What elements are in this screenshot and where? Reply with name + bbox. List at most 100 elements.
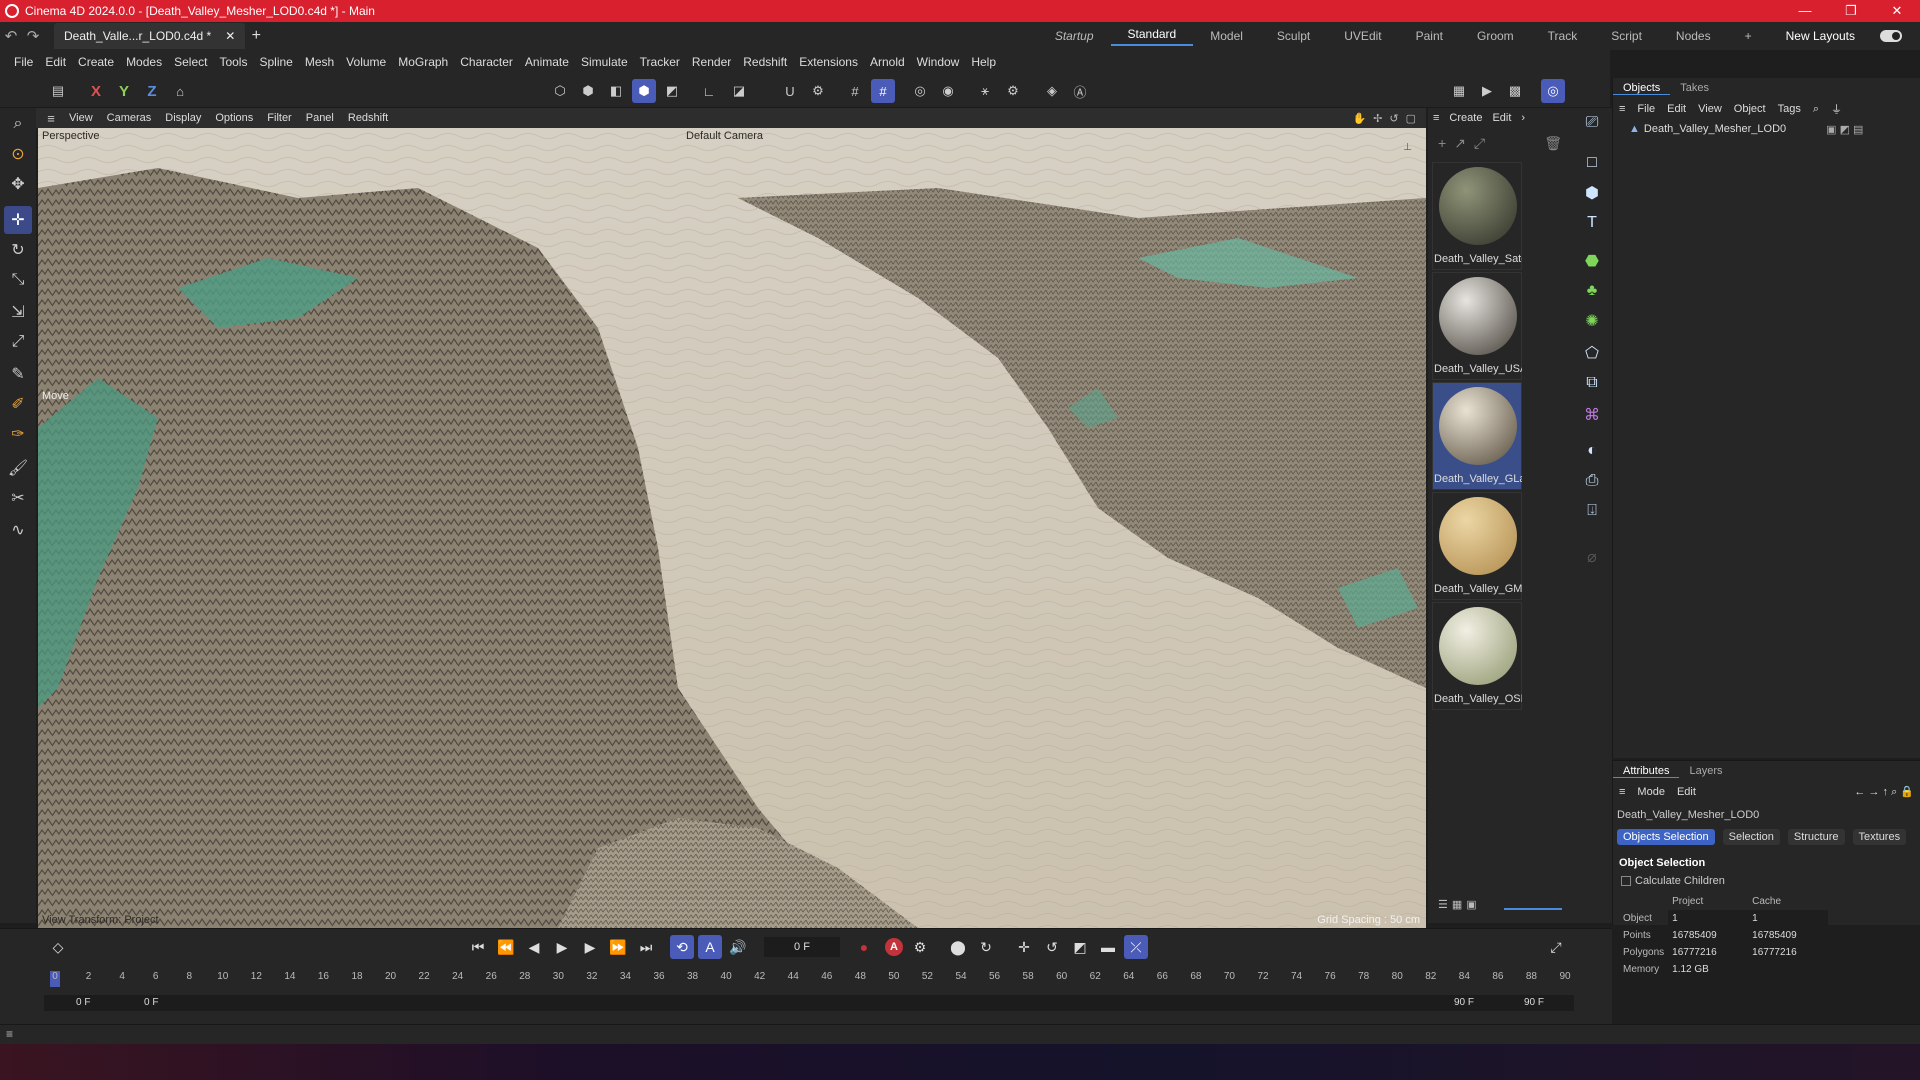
- next-frame-icon[interactable]: ▶: [578, 935, 602, 959]
- menu-simulate[interactable]: Simulate: [575, 55, 634, 69]
- range-end-field-2[interactable]: 90 F: [1524, 997, 1544, 1008]
- keyframe-diamond-icon[interactable]: ◇: [46, 935, 70, 959]
- menu-file[interactable]: File: [8, 55, 39, 69]
- viewport-camera-label[interactable]: Default Camera: [686, 130, 763, 142]
- list-view-icon[interactable]: ☰: [1438, 898, 1448, 911]
- redo-icon[interactable]: ↷: [22, 27, 44, 45]
- live-selection-icon[interactable]: ⊙: [4, 140, 32, 168]
- menu-tools[interactable]: Tools: [213, 55, 253, 69]
- menu-select[interactable]: Select: [168, 55, 213, 69]
- menu-modes[interactable]: Modes: [120, 55, 168, 69]
- previous-frame-icon[interactable]: ◀: [522, 935, 546, 959]
- material-swatch[interactable]: Death_Valley_GMa: [1432, 492, 1522, 600]
- go-to-start-icon[interactable]: ⏮: [466, 935, 490, 959]
- loop-icon[interactable]: ⟲: [670, 935, 694, 959]
- zoom-icon[interactable]: ⌕: [4, 110, 32, 138]
- menu-tracker[interactable]: Tracker: [634, 55, 686, 69]
- previous-key-icon[interactable]: ⏪: [494, 935, 518, 959]
- viewport-menu-panel[interactable]: Panel: [299, 112, 341, 124]
- layout-uvedit[interactable]: UVEdit: [1327, 29, 1398, 43]
- render-view-icon[interactable]: ▦: [1447, 79, 1471, 103]
- new-layouts-toggle[interactable]: [1880, 30, 1902, 42]
- maximize-view-icon[interactable]: ▢: [1406, 112, 1416, 125]
- material-swatch[interactable]: Death_Valley_OSN: [1432, 602, 1522, 710]
- layout-script[interactable]: Script: [1594, 29, 1659, 43]
- object-menu-file[interactable]: File: [1631, 103, 1661, 115]
- 3d-viewport[interactable]: Perspective Default Camera Move View Tra…: [38, 128, 1426, 928]
- large-view-icon[interactable]: ▣: [1466, 898, 1476, 911]
- key-scale-icon[interactable]: ✛: [1012, 935, 1036, 959]
- spline-pen-icon[interactable]: ✎: [4, 360, 32, 388]
- points-mode-icon[interactable]: ⬡: [548, 79, 572, 103]
- model-mode-icon[interactable]: ⬢: [632, 79, 656, 103]
- y-axis-toggle[interactable]: Y: [112, 79, 136, 103]
- range-start-field-2[interactable]: 0 F: [144, 997, 158, 1008]
- text-spline-icon[interactable]: T: [1579, 210, 1605, 236]
- next-key-icon[interactable]: ⏩: [606, 935, 630, 959]
- add-material-icon[interactable]: +: [1438, 135, 1446, 151]
- close-button[interactable]: ✕: [1874, 3, 1920, 19]
- null-object-icon[interactable]: □: [1579, 150, 1605, 176]
- key-position-icon[interactable]: ⬤: [946, 935, 970, 959]
- tab-layers[interactable]: Layers: [1679, 765, 1732, 777]
- solo-mode-icon[interactable]: ◪: [727, 79, 751, 103]
- sound-icon[interactable]: 🔊: [726, 935, 750, 959]
- pan-view-icon[interactable]: ✋: [1352, 112, 1366, 125]
- snapping-icon[interactable]: #: [871, 79, 895, 103]
- key-param-icon[interactable]: ↺: [1040, 935, 1064, 959]
- menu-spline[interactable]: Spline: [253, 55, 298, 69]
- scene-manager-icon[interactable]: ▤: [46, 79, 70, 103]
- object-menu-view[interactable]: View: [1692, 103, 1728, 115]
- key-rotation-icon[interactable]: ↻: [974, 935, 998, 959]
- menu-extensions[interactable]: Extensions: [793, 55, 864, 69]
- attribute-menu-mode[interactable]: Mode: [1631, 786, 1671, 798]
- range-start-field[interactable]: 0 F: [76, 997, 90, 1008]
- new-layouts-label[interactable]: New Layouts: [1769, 29, 1872, 43]
- edit-material-icon[interactable]: ⤢: [1474, 135, 1485, 152]
- render-settings-icon[interactable]: ▩: [1503, 79, 1527, 103]
- material-swatch[interactable]: Death_Valley_Sate: [1432, 162, 1522, 270]
- assign-material-icon[interactable]: ↗: [1454, 135, 1466, 152]
- viewport-menu-view[interactable]: View: [62, 112, 100, 124]
- object-list-item[interactable]: ▲ Death_Valley_Mesher_LOD0 ▣ ◩ ▤: [1613, 120, 1920, 138]
- range-end-field[interactable]: 90 F: [1454, 997, 1474, 1008]
- layout-startup[interactable]: Startup: [1038, 29, 1111, 43]
- structure-button[interactable]: Structure: [1787, 829, 1845, 845]
- material-swatch[interactable]: Death_Valley_USA: [1432, 272, 1522, 380]
- document-tab[interactable]: Death_Valle...r_LOD0.c4d * ✕: [54, 23, 246, 49]
- viewport-menu-icon[interactable]: ≡: [40, 111, 62, 126]
- rotate-tool-icon[interactable]: ↻: [4, 236, 32, 264]
- tracer-icon[interactable]: ⌘: [1579, 402, 1605, 428]
- sketch-icon[interactable]: ✐: [4, 390, 32, 418]
- object-menu-edit[interactable]: Edit: [1661, 103, 1692, 115]
- play-icon[interactable]: ▶: [550, 935, 574, 959]
- menu-volume[interactable]: Volume: [340, 55, 392, 69]
- render-to-picture-viewer-icon[interactable]: ▶: [1475, 79, 1499, 103]
- environment-icon[interactable]: ◐: [1579, 438, 1605, 464]
- magnet-tool-icon[interactable]: ∿: [4, 516, 32, 544]
- axis-mode-icon[interactable]: ∟: [697, 79, 721, 103]
- tab-attributes[interactable]: Attributes: [1613, 765, 1680, 778]
- symmetry-settings-icon[interactable]: ⚙: [1001, 79, 1025, 103]
- autokey-icon[interactable]: A: [885, 938, 903, 956]
- menu-mesh[interactable]: Mesh: [299, 55, 340, 69]
- viewport-menu-options[interactable]: Options: [208, 112, 260, 124]
- viewport-menu-display[interactable]: Display: [158, 112, 208, 124]
- search-icon[interactable]: ⌕: [1807, 103, 1825, 116]
- frame-ruler[interactable]: 0 2 4 6 8 10 12 14 16 18 20 22 24 26 28 30 32 34 36 38 40 42 4…: [50, 971, 1571, 987]
- record-active-icon[interactable]: ●: [852, 935, 876, 959]
- object-menu-object[interactable]: Object: [1728, 103, 1772, 115]
- coordinate-system-icon[interactable]: ⌂: [168, 79, 192, 103]
- maximize-button[interactable]: ❐: [1828, 3, 1874, 19]
- objects-selection-button[interactable]: Objects Selection: [1617, 829, 1715, 845]
- interpolation-icon[interactable]: ⤫: [1124, 935, 1148, 959]
- select-move-icon[interactable]: ⇲: [4, 298, 32, 326]
- transform-icon[interactable]: ⤢: [4, 328, 32, 356]
- field-icon[interactable]: ⧉: [1579, 370, 1605, 396]
- object-menu-icon[interactable]: ≡: [1613, 103, 1631, 115]
- menu-window[interactable]: Window: [911, 55, 966, 69]
- filter-icon[interactable]: ⏚: [1825, 101, 1848, 117]
- layout-groom[interactable]: Groom: [1460, 29, 1531, 43]
- material-menu-icon[interactable]: ≡: [1428, 112, 1444, 124]
- menu-character[interactable]: Character: [454, 55, 519, 69]
